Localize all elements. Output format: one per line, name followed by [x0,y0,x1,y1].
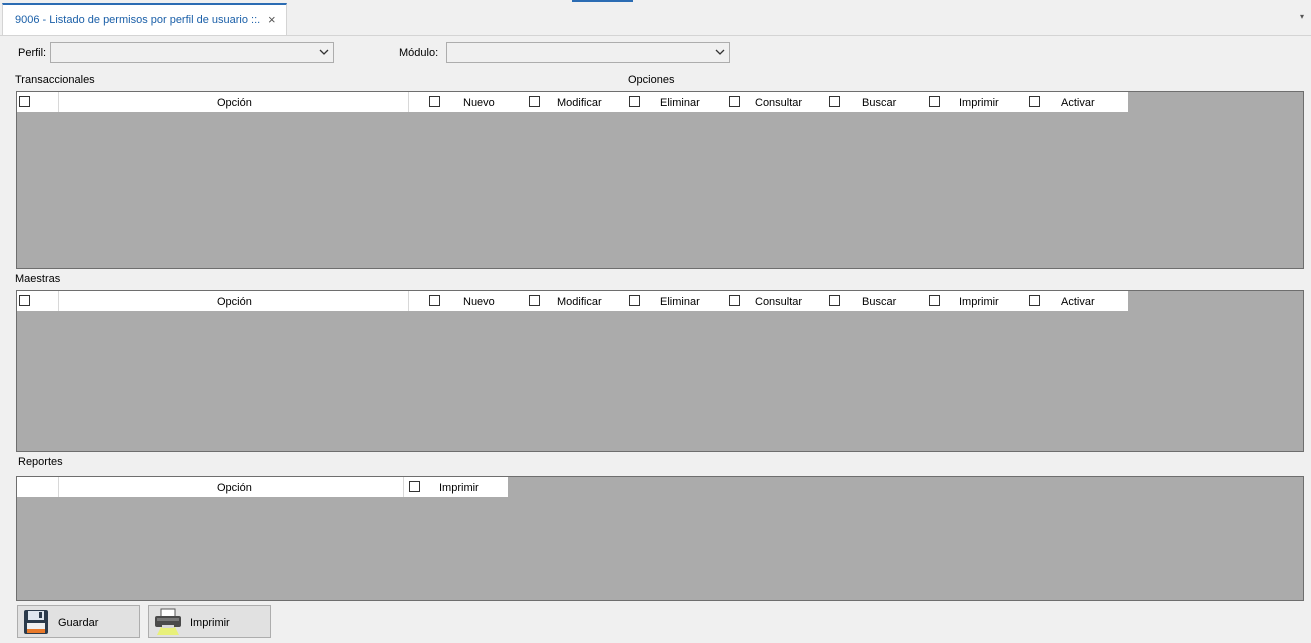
reportes-label: Reportes [18,456,63,468]
column-divider [58,92,59,112]
transaccionales-label: Transaccionales [15,74,95,86]
activar-checkbox[interactable] [1029,96,1040,107]
column-header-activar[interactable]: Activar [1061,97,1095,109]
tab-menu-dropdown-icon[interactable]: ▾ [1300,12,1304,21]
imprimir-button[interactable]: Imprimir [148,605,271,638]
floppy-disk-icon [24,610,48,634]
imprimir-checkbox[interactable] [409,481,420,492]
imprimir-checkbox[interactable] [929,295,940,306]
maestras-grid[interactable]: Opción Nuevo Modificar Eliminar Consulta… [16,290,1304,452]
column-header-imprimir[interactable]: Imprimir [439,482,479,494]
grid-header: Opción Nuevo Modificar Eliminar Consulta… [17,92,1128,112]
buscar-checkbox[interactable] [829,295,840,306]
guardar-button[interactable]: Guardar [17,605,140,638]
opciones-label: Opciones [628,74,675,86]
tab-listado-permisos[interactable]: 9006 - Listado de permisos por perfil de… [2,3,287,35]
perfil-label: Perfil: [18,47,47,59]
column-header-eliminar[interactable]: Eliminar [660,296,700,308]
printer-icon [155,608,181,635]
consultar-checkbox[interactable] [729,295,740,306]
column-divider [58,477,59,497]
chevron-down-icon [715,49,725,55]
chevron-down-icon [319,49,329,55]
tabstrip-accent [572,0,633,2]
column-header-opcion[interactable]: Opción [217,482,252,494]
buscar-checkbox[interactable] [829,96,840,107]
column-header-modificar[interactable]: Modificar [557,296,602,308]
column-header-opcion[interactable]: Opción [217,296,252,308]
column-divider [408,92,409,112]
column-header-buscar[interactable]: Buscar [862,296,896,308]
column-header-consultar[interactable]: Consultar [755,296,802,308]
modificar-checkbox[interactable] [529,96,540,107]
select-all-checkbox[interactable] [19,96,30,107]
grid-header: Opción Nuevo Modificar Eliminar Consulta… [17,291,1128,311]
eliminar-checkbox[interactable] [629,96,640,107]
column-header-buscar[interactable]: Buscar [862,97,896,109]
column-header-imprimir[interactable]: Imprimir [959,296,999,308]
close-icon[interactable]: × [268,12,276,27]
modificar-checkbox[interactable] [529,295,540,306]
imprimir-label: Imprimir [190,617,230,629]
column-header-nuevo[interactable]: Nuevo [463,97,495,109]
column-header-eliminar[interactable]: Eliminar [660,97,700,109]
column-header-activar[interactable]: Activar [1061,296,1095,308]
column-header-nuevo[interactable]: Nuevo [463,296,495,308]
column-header-opcion[interactable]: Opción [217,97,252,109]
maestras-label: Maestras [15,273,61,285]
modulo-combo[interactable] [446,42,730,63]
tab-title[interactable]: 9006 - Listado de permisos por perfil de… [15,14,260,26]
column-divider [408,291,409,311]
column-header-imprimir[interactable]: Imprimir [959,97,999,109]
consultar-checkbox[interactable] [729,96,740,107]
activar-checkbox[interactable] [1029,295,1040,306]
eliminar-checkbox[interactable] [629,295,640,306]
nuevo-checkbox[interactable] [429,295,440,306]
column-header-modificar[interactable]: Modificar [557,97,602,109]
column-header-consultar[interactable]: Consultar [755,97,802,109]
perfil-combo[interactable] [50,42,334,63]
guardar-label: Guardar [58,617,99,629]
transaccionales-grid[interactable]: Opción Nuevo Modificar Eliminar Consulta… [16,91,1304,269]
select-all-checkbox[interactable] [19,295,30,306]
column-divider [58,291,59,311]
column-divider [403,477,404,497]
modulo-label: Módulo: [399,47,439,59]
grid-header: Opción Imprimir [17,477,508,497]
reportes-grid[interactable]: Opción Imprimir [16,476,1304,601]
imprimir-checkbox[interactable] [929,96,940,107]
nuevo-checkbox[interactable] [429,96,440,107]
